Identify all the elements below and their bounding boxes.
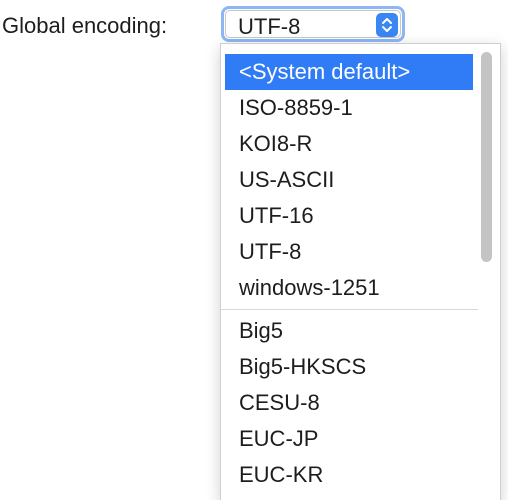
option-system-default[interactable]: <System default> [225,54,473,90]
global-encoding-select[interactable]: UTF-8 [221,6,405,42]
encoding-settings: Global encoding: UTF-8 <System default> … [0,0,508,500]
select-inner: UTF-8 [225,10,401,39]
chevron-up-down-icon[interactable] [376,13,398,37]
option-big5[interactable]: Big5 [225,313,473,349]
option-euc-kr[interactable]: EUC-KR [225,457,473,493]
option-utf-16[interactable]: UTF-16 [225,198,473,234]
option-windows-1251[interactable]: windows-1251 [225,270,473,306]
scrollbar-track[interactable] [478,44,500,500]
option-utf-8[interactable]: UTF-8 [225,234,473,270]
menu-separator [221,309,479,310]
option-big5-hkscs[interactable]: Big5-HKSCS [225,349,473,385]
encoding-option-list: <System default> ISO-8859-1 KOI8-R US-AS… [221,44,479,493]
option-us-ascii[interactable]: US-ASCII [225,162,473,198]
encoding-dropdown-menu: <System default> ISO-8859-1 KOI8-R US-AS… [220,43,501,500]
scrollbar-thumb[interactable] [481,52,492,262]
option-iso-8859-1[interactable]: ISO-8859-1 [225,90,473,126]
global-encoding-label: Global encoding: [2,13,168,38]
global-encoding-value: UTF-8 [238,14,301,39]
option-cesu-8[interactable]: CESU-8 [225,385,473,421]
option-euc-jp[interactable]: EUC-JP [225,421,473,457]
list-top-padding [221,44,479,54]
option-koi8-r[interactable]: KOI8-R [225,126,473,162]
